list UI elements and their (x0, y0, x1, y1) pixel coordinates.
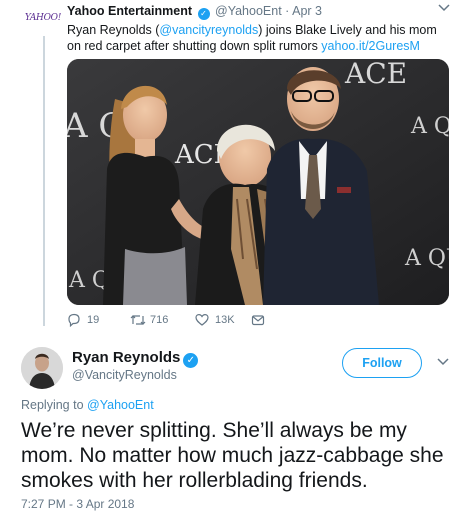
replying-to-link[interactable]: @YahooEnt (87, 398, 154, 412)
like-action[interactable]: 13K (195, 313, 235, 327)
reply-count: 19 (87, 314, 100, 326)
separator-dot: · (285, 4, 290, 18)
reply-action[interactable]: 19 (67, 313, 100, 328)
text-part: Ryan Reynolds ( (67, 23, 160, 37)
yahoo-avatar[interactable]: YAHOO! (22, 6, 64, 30)
main-tweet-text: We’re never splitting. She’ll always be … (21, 419, 444, 492)
verified-icon: ✓ (197, 8, 210, 20)
avatar[interactable] (21, 347, 63, 389)
quoted-tweet-header: Yahoo Entertainment ✓ @YahooEnt · Apr 3 (67, 4, 322, 20)
mention-link[interactable]: @vancityreynolds (159, 23, 258, 37)
chevron-down-icon[interactable] (438, 4, 450, 15)
replying-to: Replying to @YahooEnt (21, 398, 154, 412)
reply-icon[interactable] (67, 313, 81, 328)
main-tweet-author[interactable]: Ryan Reynolds ✓ (72, 349, 199, 368)
ryan-reynolds-avatar (21, 347, 63, 389)
backdrop-text: A QU (404, 246, 449, 271)
retweet-count: 716 (150, 314, 169, 326)
dm-action[interactable] (251, 313, 265, 327)
dm-icon[interactable] (251, 313, 265, 327)
verified-icon: ✓ (183, 353, 199, 368)
author-name[interactable]: Yahoo Entertainment (67, 4, 192, 18)
backdrop-text: ACE (344, 59, 407, 90)
author-name[interactable]: Ryan Reynolds (72, 349, 180, 366)
article-link[interactable]: yahoo.it/2GuresM (321, 39, 420, 53)
red-carpet-photo: A QU ACE ACE A Q A QU A Q (67, 59, 449, 305)
quoted-tweet-text: Ryan Reynolds (@vancityreynolds) joins B… (67, 22, 452, 54)
quoted-tweet-actions: 19 716 13K (67, 313, 307, 329)
author-handle[interactable]: @YahooEnt (215, 4, 282, 18)
thread-connector (43, 36, 45, 326)
yahoo-logo-text: YAHOO! (24, 13, 62, 23)
author-handle[interactable]: @VancityReynolds (72, 368, 177, 382)
quoted-tweet[interactable]: YAHOO! Yahoo Entertainment ✓ @YahooEnt ·… (0, 0, 474, 338)
backdrop-text: A Q (410, 114, 449, 139)
tweet-timestamp[interactable]: 7:27 PM - 3 Apr 2018 (21, 497, 134, 511)
retweet-icon[interactable] (130, 313, 146, 327)
replying-prefix: Replying to (21, 398, 88, 412)
tweet-time[interactable]: Apr 3 (292, 4, 322, 18)
chevron-down-icon[interactable] (437, 358, 449, 369)
retweet-action[interactable]: 716 (130, 313, 168, 327)
tweet-photo[interactable]: A QU ACE ACE A Q A QU A Q (67, 59, 449, 305)
follow-button[interactable]: Follow (342, 348, 422, 378)
like-icon[interactable] (195, 313, 209, 327)
like-count: 13K (215, 314, 235, 326)
